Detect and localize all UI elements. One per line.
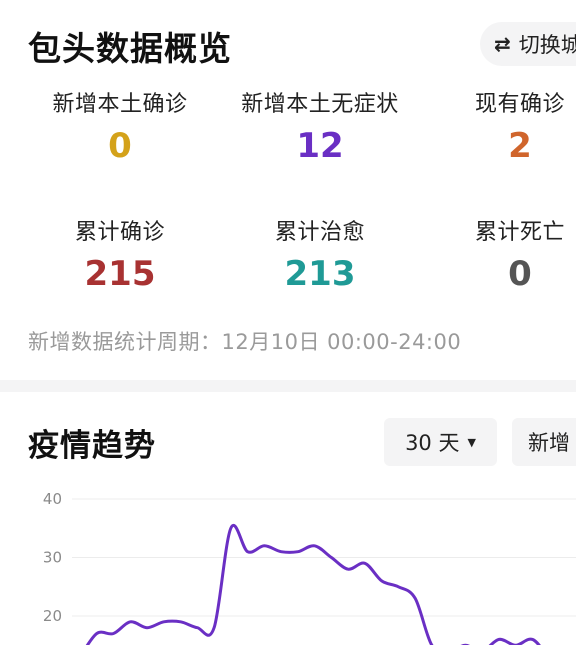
y-tick-label: 20	[43, 607, 62, 625]
stat-new-local-asymptomatic: 新增本土无症状 12	[220, 86, 420, 166]
series-line	[85, 524, 541, 645]
stat-label: 累计死亡	[474, 220, 565, 245]
stat-value: 0	[108, 126, 132, 166]
stat-value: 213	[284, 254, 356, 294]
statistics-period: 新增数据统计周期：12月10日 00:00-24:00	[28, 330, 462, 354]
switch-city-button[interactable]: ⇄ 切换城	[480, 22, 576, 66]
caret-down-icon: ▼	[467, 435, 476, 449]
stat-value: 0	[508, 254, 532, 294]
data-type-selector[interactable]: 新增	[512, 418, 576, 466]
stat-label: 累计确诊	[74, 220, 165, 245]
stat-label: 现有确诊	[474, 92, 565, 117]
days-range-label: 30 天	[405, 431, 460, 455]
stat-new-local-confirmed: 新增本土确诊 0	[20, 86, 220, 166]
swap-arrows-icon: ⇄	[494, 32, 511, 56]
section-divider	[0, 380, 576, 392]
stat-current-confirmed: 现有确诊 2	[420, 86, 576, 166]
chart-grid	[72, 498, 576, 617]
trend-chart: 40 30 20	[43, 490, 576, 645]
stat-total-deaths: 累计死亡 0	[420, 214, 576, 294]
trend-title: 疫情趋势	[28, 428, 156, 464]
stat-label: 新增本土确诊	[52, 92, 188, 117]
stat-value: 215	[84, 254, 156, 294]
switch-city-label: 切换城	[518, 33, 576, 57]
stat-total-confirmed: 累计确诊 215	[20, 214, 220, 294]
stat-label: 新增本土无症状	[241, 92, 399, 117]
y-tick-label: 30	[43, 549, 62, 567]
stat-value: 12	[296, 126, 344, 166]
chart-y-ticks: 40 30 20	[43, 490, 62, 625]
overview-title: 包头数据概览	[28, 29, 232, 68]
stat-value: 2	[508, 126, 532, 166]
stat-total-cured: 累计治愈 213	[220, 214, 420, 294]
overview-card: 包头数据概览 ⇄ 切换城 新增本土确诊 0 新增本土无症状 12 现有确诊 2 …	[0, 0, 576, 372]
data-type-label: 新增	[528, 431, 570, 455]
page: 包头数据概览 ⇄ 切换城 新增本土确诊 0 新增本土无症状 12 现有确诊 2 …	[0, 0, 576, 645]
y-tick-label: 40	[43, 490, 62, 508]
stat-label: 累计治愈	[274, 220, 365, 245]
days-range-dropdown[interactable]: 30 天 ▼	[384, 418, 497, 466]
chart-series	[85, 524, 541, 645]
